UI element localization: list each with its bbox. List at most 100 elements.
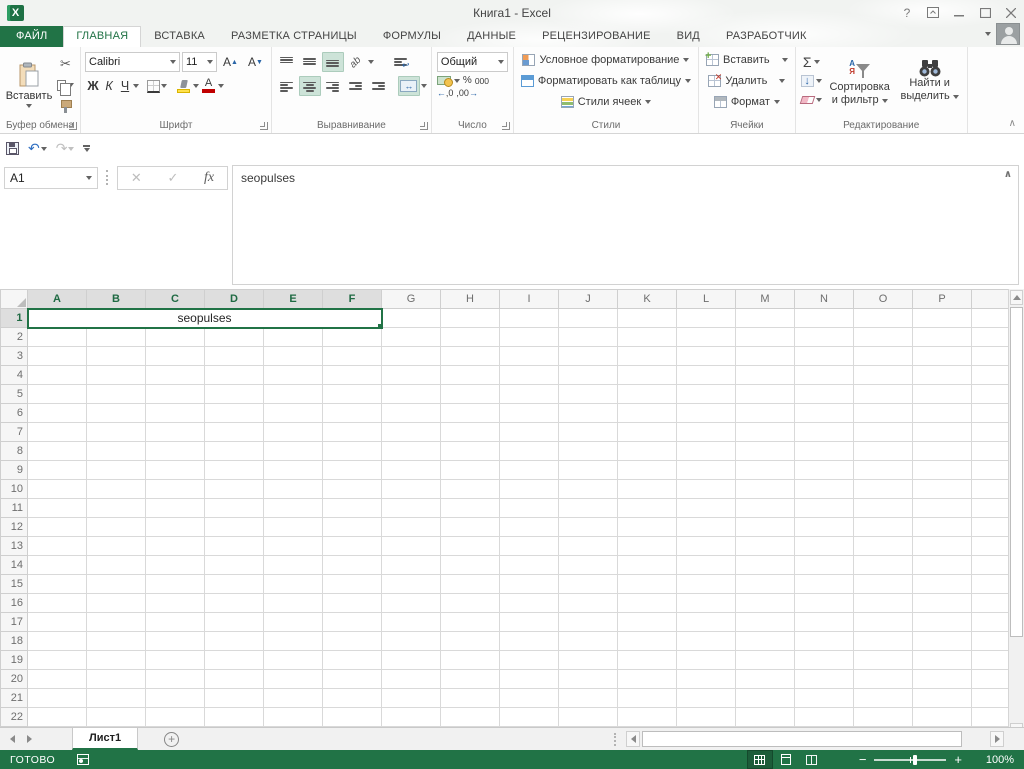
add-sheet-button[interactable]: +	[164, 731, 180, 747]
cell-A10[interactable]	[27, 479, 87, 499]
cell-A12[interactable]	[27, 517, 87, 537]
cell-N8[interactable]	[794, 441, 854, 461]
cell-E16[interactable]	[263, 593, 323, 613]
cell-O5[interactable]	[853, 384, 913, 404]
tab-developer[interactable]: РАЗРАБОТЧИК	[713, 26, 820, 47]
borders-button[interactable]	[146, 79, 161, 94]
redo-button[interactable]: ↷	[56, 140, 75, 157]
cell-K2[interactable]	[617, 327, 677, 347]
column-header-J[interactable]: J	[558, 289, 618, 309]
cell-E18[interactable]	[263, 631, 323, 651]
cell-P15[interactable]	[912, 574, 972, 594]
cell-D10[interactable]	[204, 479, 264, 499]
cell-P22[interactable]	[912, 707, 972, 727]
cell-partial-14[interactable]	[971, 555, 1009, 575]
cell-I1[interactable]	[499, 308, 559, 328]
decrease-decimal-button[interactable]: ,00→	[456, 88, 478, 98]
cell-N16[interactable]	[794, 593, 854, 613]
cell-C21[interactable]	[145, 688, 205, 708]
number-dialog-launcher[interactable]	[501, 122, 510, 130]
cell-D18[interactable]	[204, 631, 264, 651]
cell-K21[interactable]	[617, 688, 677, 708]
cell-M4[interactable]	[735, 365, 795, 385]
cell-D17[interactable]	[204, 612, 264, 632]
cell-L15[interactable]	[676, 574, 736, 594]
cell-K19[interactable]	[617, 650, 677, 670]
cell-P5[interactable]	[912, 384, 972, 404]
zoom-in-button[interactable]: +	[946, 753, 970, 766]
cell-N18[interactable]	[794, 631, 854, 651]
cell-K7[interactable]	[617, 422, 677, 442]
cell-partial-12[interactable]	[971, 517, 1009, 537]
cell-M21[interactable]	[735, 688, 795, 708]
name-box[interactable]: A1	[4, 167, 98, 189]
alignment-dialog-launcher[interactable]	[419, 122, 428, 130]
cell-H7[interactable]	[440, 422, 500, 442]
cell-I7[interactable]	[499, 422, 559, 442]
cell-P19[interactable]	[912, 650, 972, 670]
cell-G21[interactable]	[381, 688, 441, 708]
cell-G8[interactable]	[381, 441, 441, 461]
cell-F22[interactable]	[322, 707, 382, 727]
cell-G7[interactable]	[381, 422, 441, 442]
column-header-partial[interactable]	[971, 289, 1009, 309]
cell-K14[interactable]	[617, 555, 677, 575]
cell-M18[interactable]	[735, 631, 795, 651]
cell-N17[interactable]	[794, 612, 854, 632]
cell-G9[interactable]	[381, 460, 441, 480]
cell-M19[interactable]	[735, 650, 795, 670]
row-header-11[interactable]: 11	[0, 498, 28, 518]
cell-I13[interactable]	[499, 536, 559, 556]
cell-A6[interactable]	[27, 403, 87, 423]
cell-M10[interactable]	[735, 479, 795, 499]
cell-E14[interactable]	[263, 555, 323, 575]
autosum-button[interactable]: Σ	[800, 53, 823, 70]
column-header-G[interactable]: G	[381, 289, 441, 309]
cell-H3[interactable]	[440, 346, 500, 366]
cell-G4[interactable]	[381, 365, 441, 385]
cell-H4[interactable]	[440, 365, 500, 385]
cell-B4[interactable]	[86, 365, 146, 385]
cell-G20[interactable]	[381, 669, 441, 689]
cell-F13[interactable]	[322, 536, 382, 556]
clipboard-dialog-launcher[interactable]	[69, 122, 77, 130]
cell-K4[interactable]	[617, 365, 677, 385]
cell-partial-6[interactable]	[971, 403, 1009, 423]
scroll-right-button[interactable]	[990, 731, 1004, 747]
cell-E21[interactable]	[263, 688, 323, 708]
cell-partial-9[interactable]	[971, 460, 1009, 480]
row-header-8[interactable]: 8	[0, 441, 28, 461]
cell-D14[interactable]	[204, 555, 264, 575]
align-left-button[interactable]	[276, 76, 298, 96]
column-header-L[interactable]: L	[676, 289, 736, 309]
cell-K6[interactable]	[617, 403, 677, 423]
cell-N3[interactable]	[794, 346, 854, 366]
close-button[interactable]	[998, 2, 1024, 24]
cell-D4[interactable]	[204, 365, 264, 385]
row-header-22[interactable]: 22	[0, 707, 28, 727]
row-header-2[interactable]: 2	[0, 327, 28, 347]
merge-center-dropdown-icon[interactable]	[420, 84, 427, 88]
underline-button[interactable]: Ч	[117, 78, 133, 94]
cell-P16[interactable]	[912, 593, 972, 613]
delete-cells-button[interactable]: Удалить	[701, 70, 793, 91]
cell-I21[interactable]	[499, 688, 559, 708]
row-header-5[interactable]: 5	[0, 384, 28, 404]
fill-handle[interactable]	[376, 322, 380, 326]
cell-O16[interactable]	[853, 593, 913, 613]
cell-D7[interactable]	[204, 422, 264, 442]
cell-L17[interactable]	[676, 612, 736, 632]
cell-G6[interactable]	[381, 403, 441, 423]
cell-J7[interactable]	[558, 422, 618, 442]
row-header-12[interactable]: 12	[0, 517, 28, 537]
cell-A14[interactable]	[27, 555, 87, 575]
cell-J19[interactable]	[558, 650, 618, 670]
cell-C5[interactable]	[145, 384, 205, 404]
cell-I6[interactable]	[499, 403, 559, 423]
cell-H12[interactable]	[440, 517, 500, 537]
cell-N11[interactable]	[794, 498, 854, 518]
zoom-slider-thumb[interactable]	[913, 754, 918, 765]
cell-D12[interactable]	[204, 517, 264, 537]
tab-page-layout[interactable]: РАЗМЕТКА СТРАНИЦЫ	[218, 26, 370, 47]
cell-M3[interactable]	[735, 346, 795, 366]
